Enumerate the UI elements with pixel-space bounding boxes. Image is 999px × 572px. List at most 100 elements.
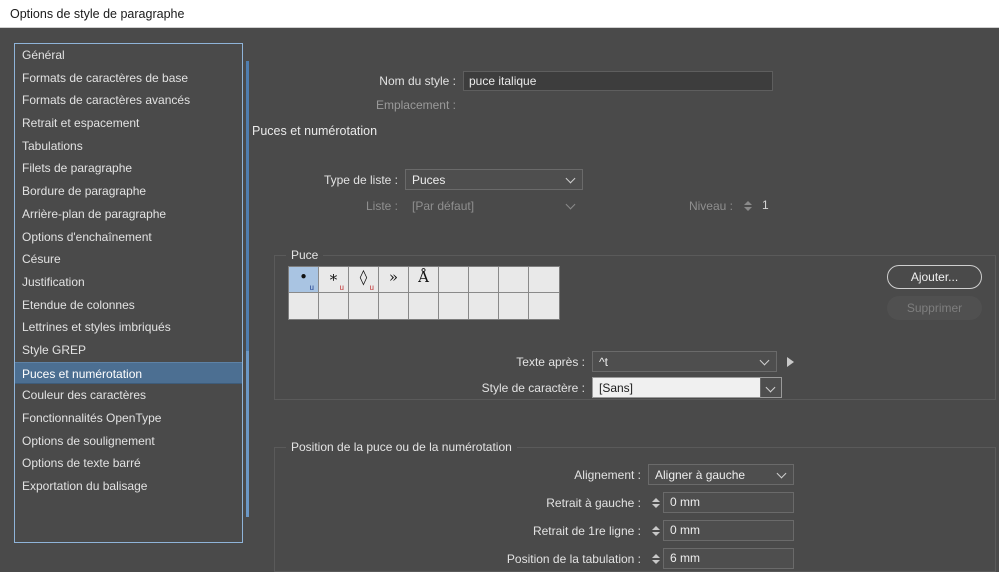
bullet-cell-15[interactable]	[469, 293, 499, 319]
bullet-grid-row: • u ∗ u ◊ u » Å	[289, 267, 559, 293]
bullet-unicode-flag: u	[369, 283, 374, 292]
sidebar-item-label: Césure	[22, 252, 61, 267]
left-indent-stepper[interactable]: 0 mm	[648, 492, 794, 513]
bullet-cell-14[interactable]	[439, 293, 469, 319]
sidebar-item-14[interactable]: Puces et numérotation	[15, 361, 242, 385]
bullet-cell-2[interactable]: ◊ u	[349, 267, 379, 293]
list-type-dropdown[interactable]: Puces	[405, 169, 583, 190]
sidebar-item-17[interactable]: Options de soulignement	[15, 430, 242, 453]
alignment-dropdown[interactable]: Aligner à gauche	[648, 464, 794, 485]
chevron-down-icon	[567, 175, 575, 183]
style-name-label: Nom du style :	[379, 74, 456, 88]
left-indent-label: Retrait à gauche :	[546, 495, 641, 510]
style-name-input[interactable]: puce italique	[463, 71, 773, 91]
sidebar-item-label: Exportation du balisage	[22, 479, 148, 494]
char-style-row: Style de caractère : [Sans]	[275, 377, 782, 398]
sidebar-item-label: Général	[22, 48, 65, 62]
stepper-arrows-icon[interactable]	[648, 548, 663, 569]
bullet-cell-6[interactable]	[469, 267, 499, 293]
section-title: Puces et numérotation	[252, 124, 378, 138]
bullet-cell-17[interactable]	[529, 293, 559, 319]
bullet-cell-8[interactable]	[529, 267, 559, 293]
bullet-cell-0[interactable]: • u	[289, 267, 319, 293]
sidebar-item-9[interactable]: Césure	[15, 248, 242, 271]
first-line-indent-label: Retrait de 1re ligne :	[532, 523, 641, 538]
sidebar-item-6[interactable]: Bordure de paragraphe	[15, 180, 242, 203]
position-group: Position de la puce ou de la numérotatio…	[274, 440, 996, 572]
sidebar-item-label: Tabulations	[22, 138, 83, 153]
tab-position-label: Position de la tabulation :	[506, 551, 641, 566]
bullet-cell-10[interactable]	[319, 293, 349, 319]
sidebar-item-0[interactable]: Général	[15, 44, 242, 67]
bullet-cell-3[interactable]: »	[379, 267, 409, 293]
list-type-row: Type de liste : Puces	[246, 169, 583, 190]
sidebar-item-19[interactable]: Exportation du balisage	[15, 475, 242, 498]
char-style-value: [Sans]	[599, 381, 634, 395]
sidebar-item-16[interactable]: Fonctionnalités OpenType	[15, 407, 242, 430]
add-bullet-button[interactable]: Ajouter...	[887, 265, 982, 289]
sidebar-item-label: Style GREP	[22, 342, 87, 357]
text-after-dropdown[interactable]: ^t	[592, 351, 777, 372]
sidebar-item-label: Options de soulignement	[22, 433, 155, 448]
sidebar-item-10[interactable]: Justification	[15, 271, 242, 294]
chevron-down-icon	[567, 201, 575, 209]
location-label: Emplacement :	[375, 98, 456, 112]
first-line-indent-stepper[interactable]: 0 mm	[648, 520, 794, 541]
chevron-down-icon	[761, 357, 769, 365]
sidebar-item-11[interactable]: Etendue de colonnes	[15, 294, 242, 317]
sidebar-item-18[interactable]: Options de texte barré	[15, 452, 242, 475]
bullet-cell-7[interactable]	[499, 267, 529, 293]
text-after-label: Texte après :	[516, 354, 585, 369]
left-indent-value[interactable]: 0 mm	[663, 492, 794, 513]
first-line-indent-value[interactable]: 0 mm	[663, 520, 794, 541]
bullet-grid-row	[289, 293, 559, 319]
sidebar-item-label: Bordure de paragraphe	[22, 184, 147, 199]
sidebar-item-label: Options d'enchaînement	[22, 229, 152, 244]
bullet-glyph-icon: Å	[418, 268, 429, 286]
tab-position-value[interactable]: 6 mm	[663, 548, 794, 569]
sidebar-item-4[interactable]: Tabulations	[15, 135, 242, 158]
bullet-cell-1[interactable]: ∗ u	[319, 267, 349, 293]
bullet-cell-5[interactable]	[439, 267, 469, 293]
list-label: Liste :	[365, 198, 398, 213]
list-type-label: Type de liste :	[323, 172, 398, 187]
bullet-cell-13[interactable]	[409, 293, 439, 319]
sidebar-item-15[interactable]: Couleur des caractères	[15, 384, 242, 407]
sidebar-item-8[interactable]: Options d'enchaînement	[15, 226, 242, 249]
sidebar-item-13[interactable]: Style GREP	[15, 339, 242, 362]
add-bullet-label: Ajouter...	[910, 270, 959, 284]
list-value: [Par défaut]	[412, 199, 475, 213]
bullet-unicode-flag: u	[339, 283, 344, 292]
char-style-dropdown[interactable]: [Sans]	[592, 377, 782, 398]
sidebar-item-label: Lettrines et styles imbriqués	[22, 320, 171, 335]
style-name-row: Nom du style : puce italique	[246, 71, 816, 91]
sidebar-item-7[interactable]: Arrière-plan de paragraphe	[15, 203, 242, 226]
stepper-arrows-icon[interactable]	[648, 520, 663, 541]
text-after-expand-button[interactable]	[783, 353, 797, 371]
list-type-value: Puces	[412, 173, 446, 187]
sidebar-item-2[interactable]: Formats de caractères avancés	[15, 89, 242, 112]
bullet-glyph-grid[interactable]: • u ∗ u ◊ u » Å	[288, 266, 560, 320]
left-indent-row: Retrait à gauche : 0 mm	[275, 492, 794, 513]
bullet-group-legend: Puce	[286, 248, 324, 262]
bullet-cell-9[interactable]	[289, 293, 319, 319]
stepper-arrows-icon	[740, 195, 755, 216]
bullet-cell-11[interactable]	[349, 293, 379, 319]
text-after-value: ^t	[599, 355, 608, 369]
sidebar-item-label: Filets de paragraphe	[22, 161, 133, 176]
list-row: Liste : [Par défaut] Niveau : 1	[246, 195, 820, 216]
alignment-label: Alignement :	[574, 467, 641, 482]
sidebar-item-label: Formats de caractères de base	[22, 70, 189, 85]
bullet-cell-4[interactable]: Å	[409, 267, 439, 293]
sidebar-item-12[interactable]: Lettrines et styles imbriqués	[15, 316, 242, 339]
sidebar-item-5[interactable]: Filets de paragraphe	[15, 157, 242, 180]
category-sidebar[interactable]: Général Formats de caractères de base Form…	[14, 43, 243, 543]
bullet-cell-16[interactable]	[499, 293, 529, 319]
stepper-arrows-icon[interactable]	[648, 492, 663, 513]
bullet-cell-12[interactable]	[379, 293, 409, 319]
sidebar-item-3[interactable]: Retrait et espacement	[15, 112, 242, 135]
tab-position-stepper[interactable]: 6 mm	[648, 548, 794, 569]
sidebar-item-1[interactable]: Formats de caractères de base	[15, 67, 242, 90]
sidebar-item-label: Etendue de colonnes	[22, 297, 135, 312]
alignment-row: Alignement : Aligner à gauche	[275, 464, 794, 485]
